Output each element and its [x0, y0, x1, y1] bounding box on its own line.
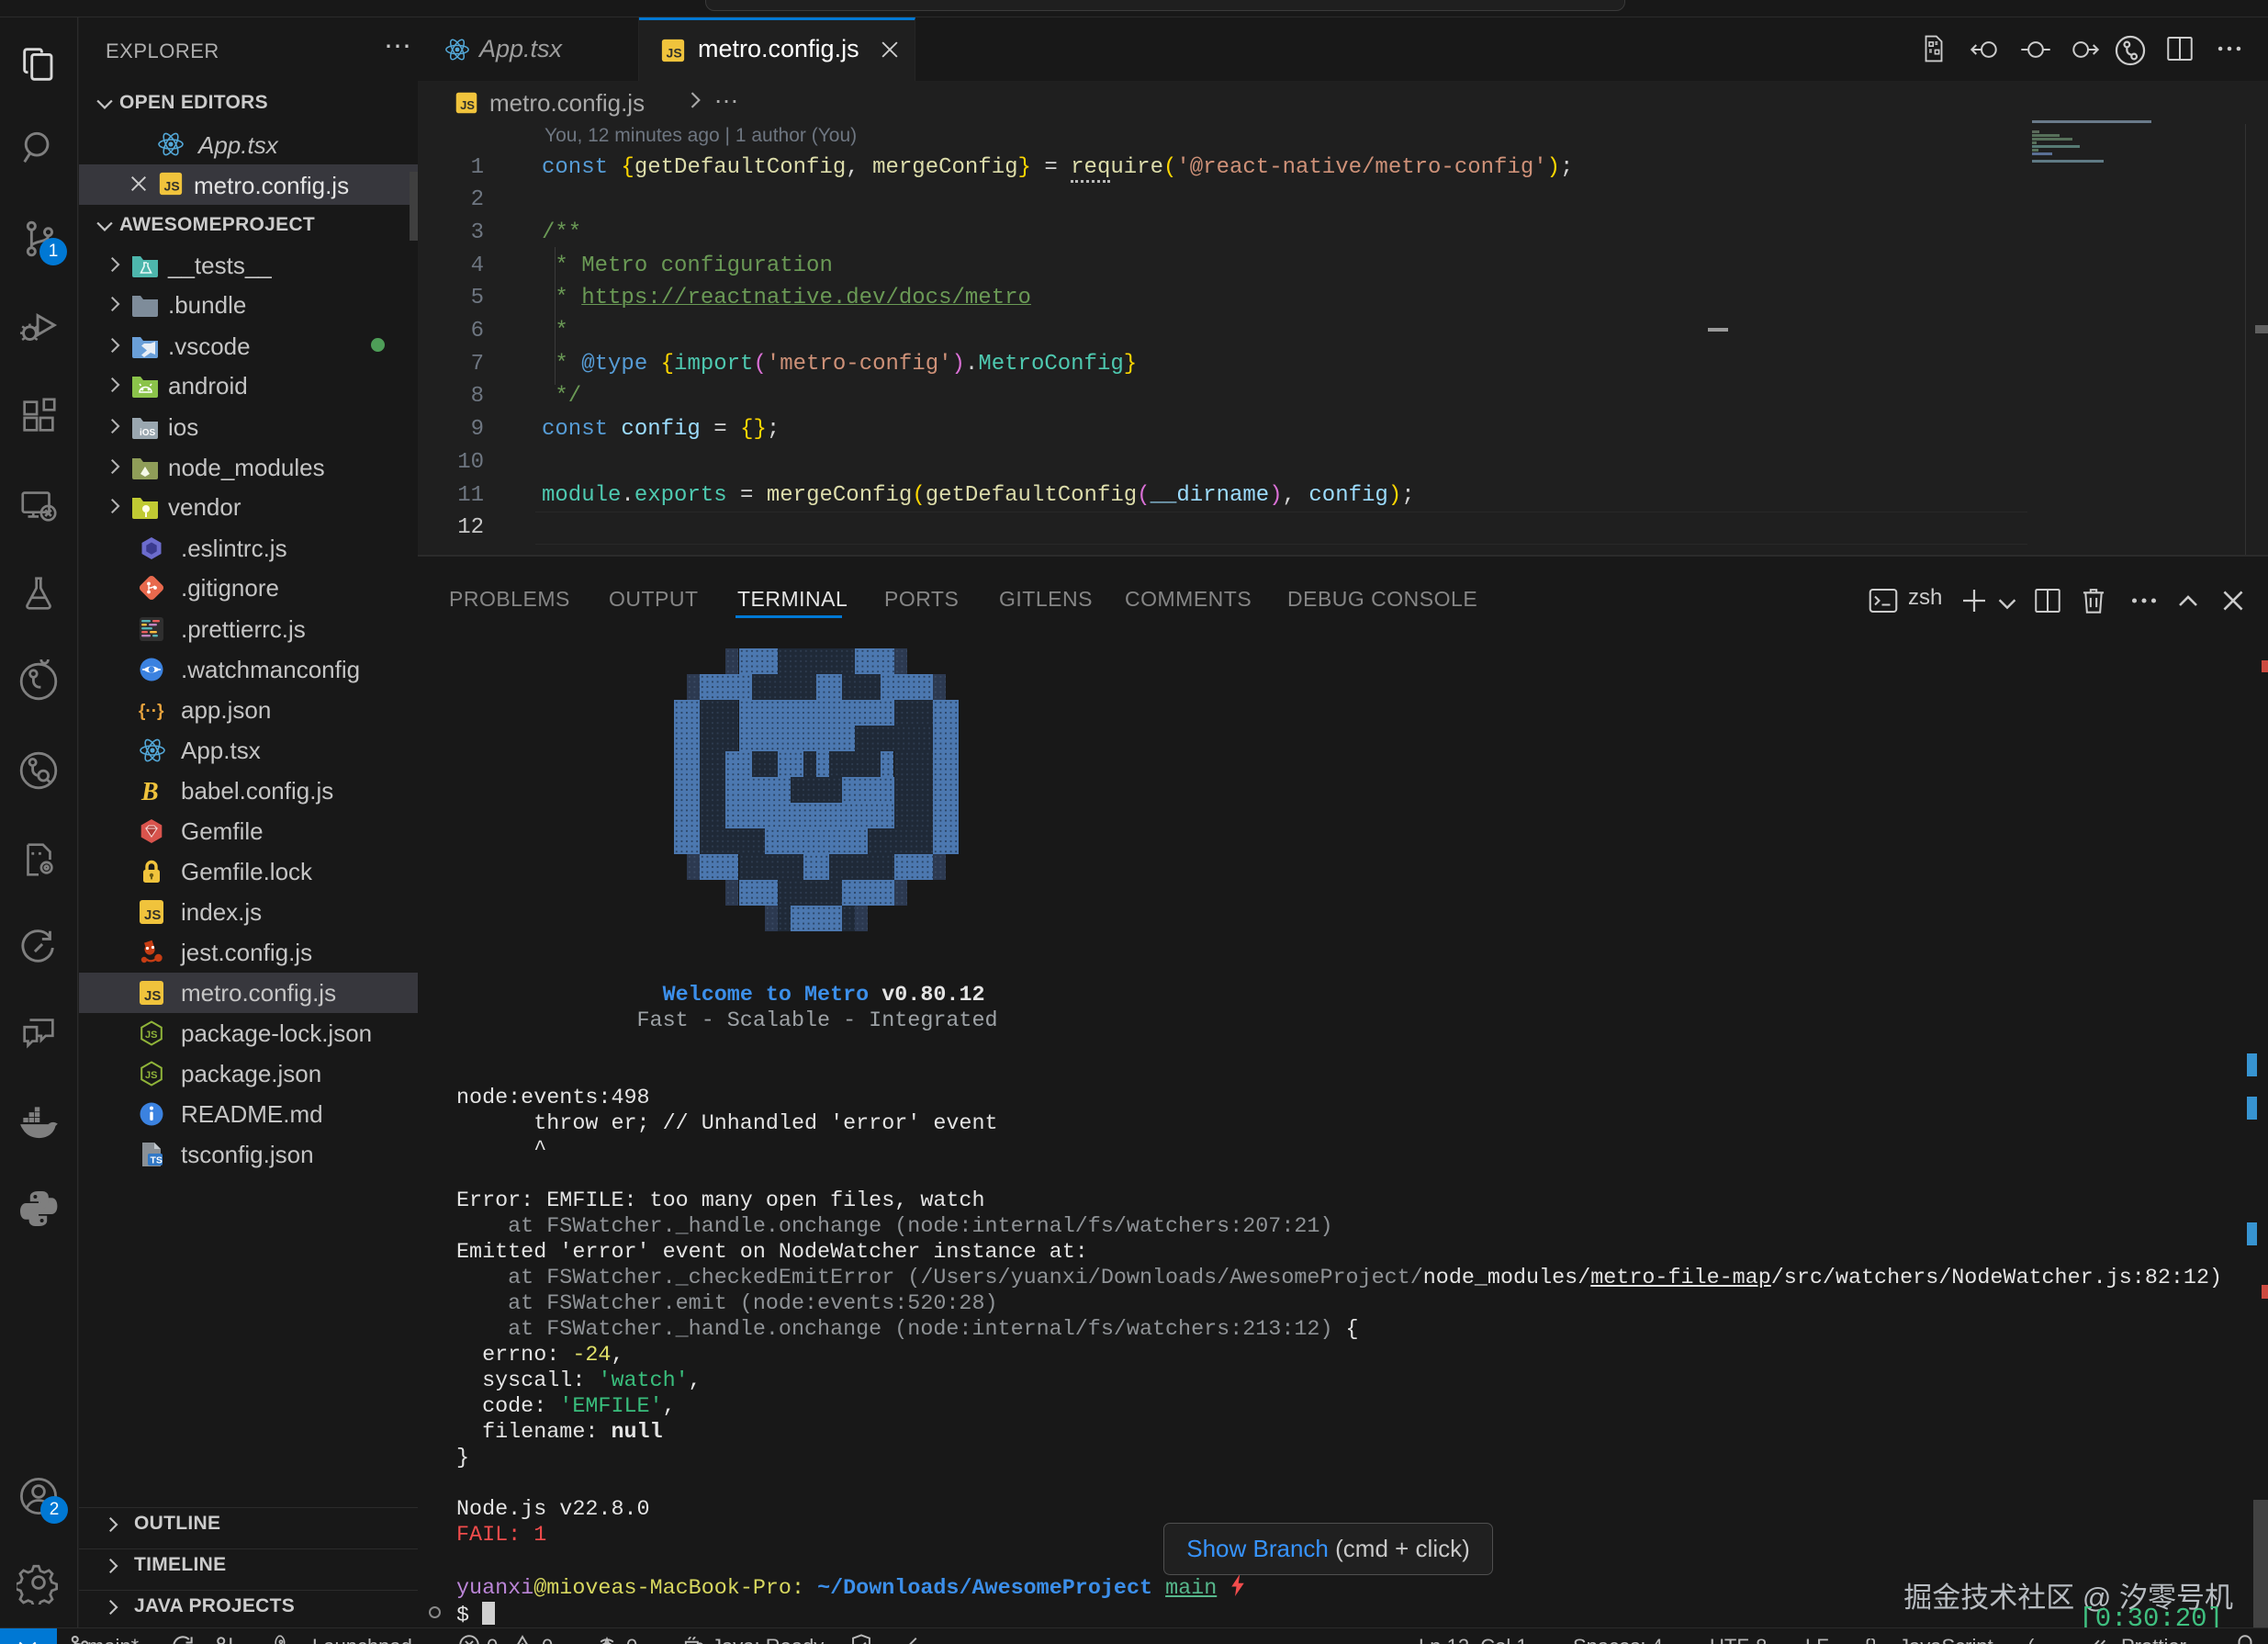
svg-text:JS: JS: [144, 988, 161, 1004]
svg-text:JS: JS: [145, 1070, 157, 1081]
svg-text:JS: JS: [144, 907, 161, 923]
svg-text:iOS: iOS: [140, 428, 156, 438]
svg-text:B: B: [140, 778, 159, 805]
svg-text:TS: TS: [151, 1155, 163, 1166]
svg-text:JS: JS: [145, 1030, 157, 1041]
svg-text:{··}: {··}: [139, 702, 164, 721]
svg-text:JS: JS: [667, 45, 682, 60]
svg-text:JS: JS: [164, 178, 180, 193]
